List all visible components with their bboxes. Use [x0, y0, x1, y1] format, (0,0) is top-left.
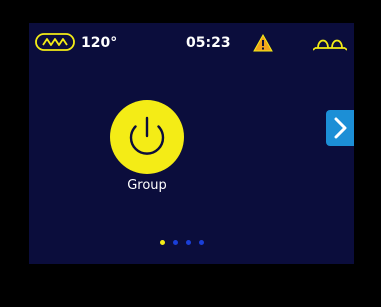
display-screen: 120° 05:23 Group — [29, 23, 354, 264]
page-dot-active[interactable] — [160, 240, 165, 245]
clock-time: 05:23 — [186, 35, 231, 51]
page-indicator — [160, 240, 204, 246]
group-label: Group — [127, 178, 167, 193]
page-dot[interactable] — [173, 240, 178, 245]
next-page-button[interactable] — [326, 110, 354, 146]
chevron-right-icon — [334, 117, 347, 139]
temperature-readout: 120° — [81, 35, 118, 51]
page-dot[interactable] — [199, 240, 204, 245]
group-power-button[interactable] — [109, 99, 185, 175]
heater-coil-icon[interactable] — [35, 32, 75, 52]
warning-triangle-icon[interactable] — [253, 34, 273, 52]
light-lamp-icon[interactable] — [313, 35, 347, 51]
page-dot[interactable] — [186, 240, 191, 245]
power-icon — [110, 100, 184, 174]
device-bezel: 120° 05:23 Group — [0, 0, 381, 307]
